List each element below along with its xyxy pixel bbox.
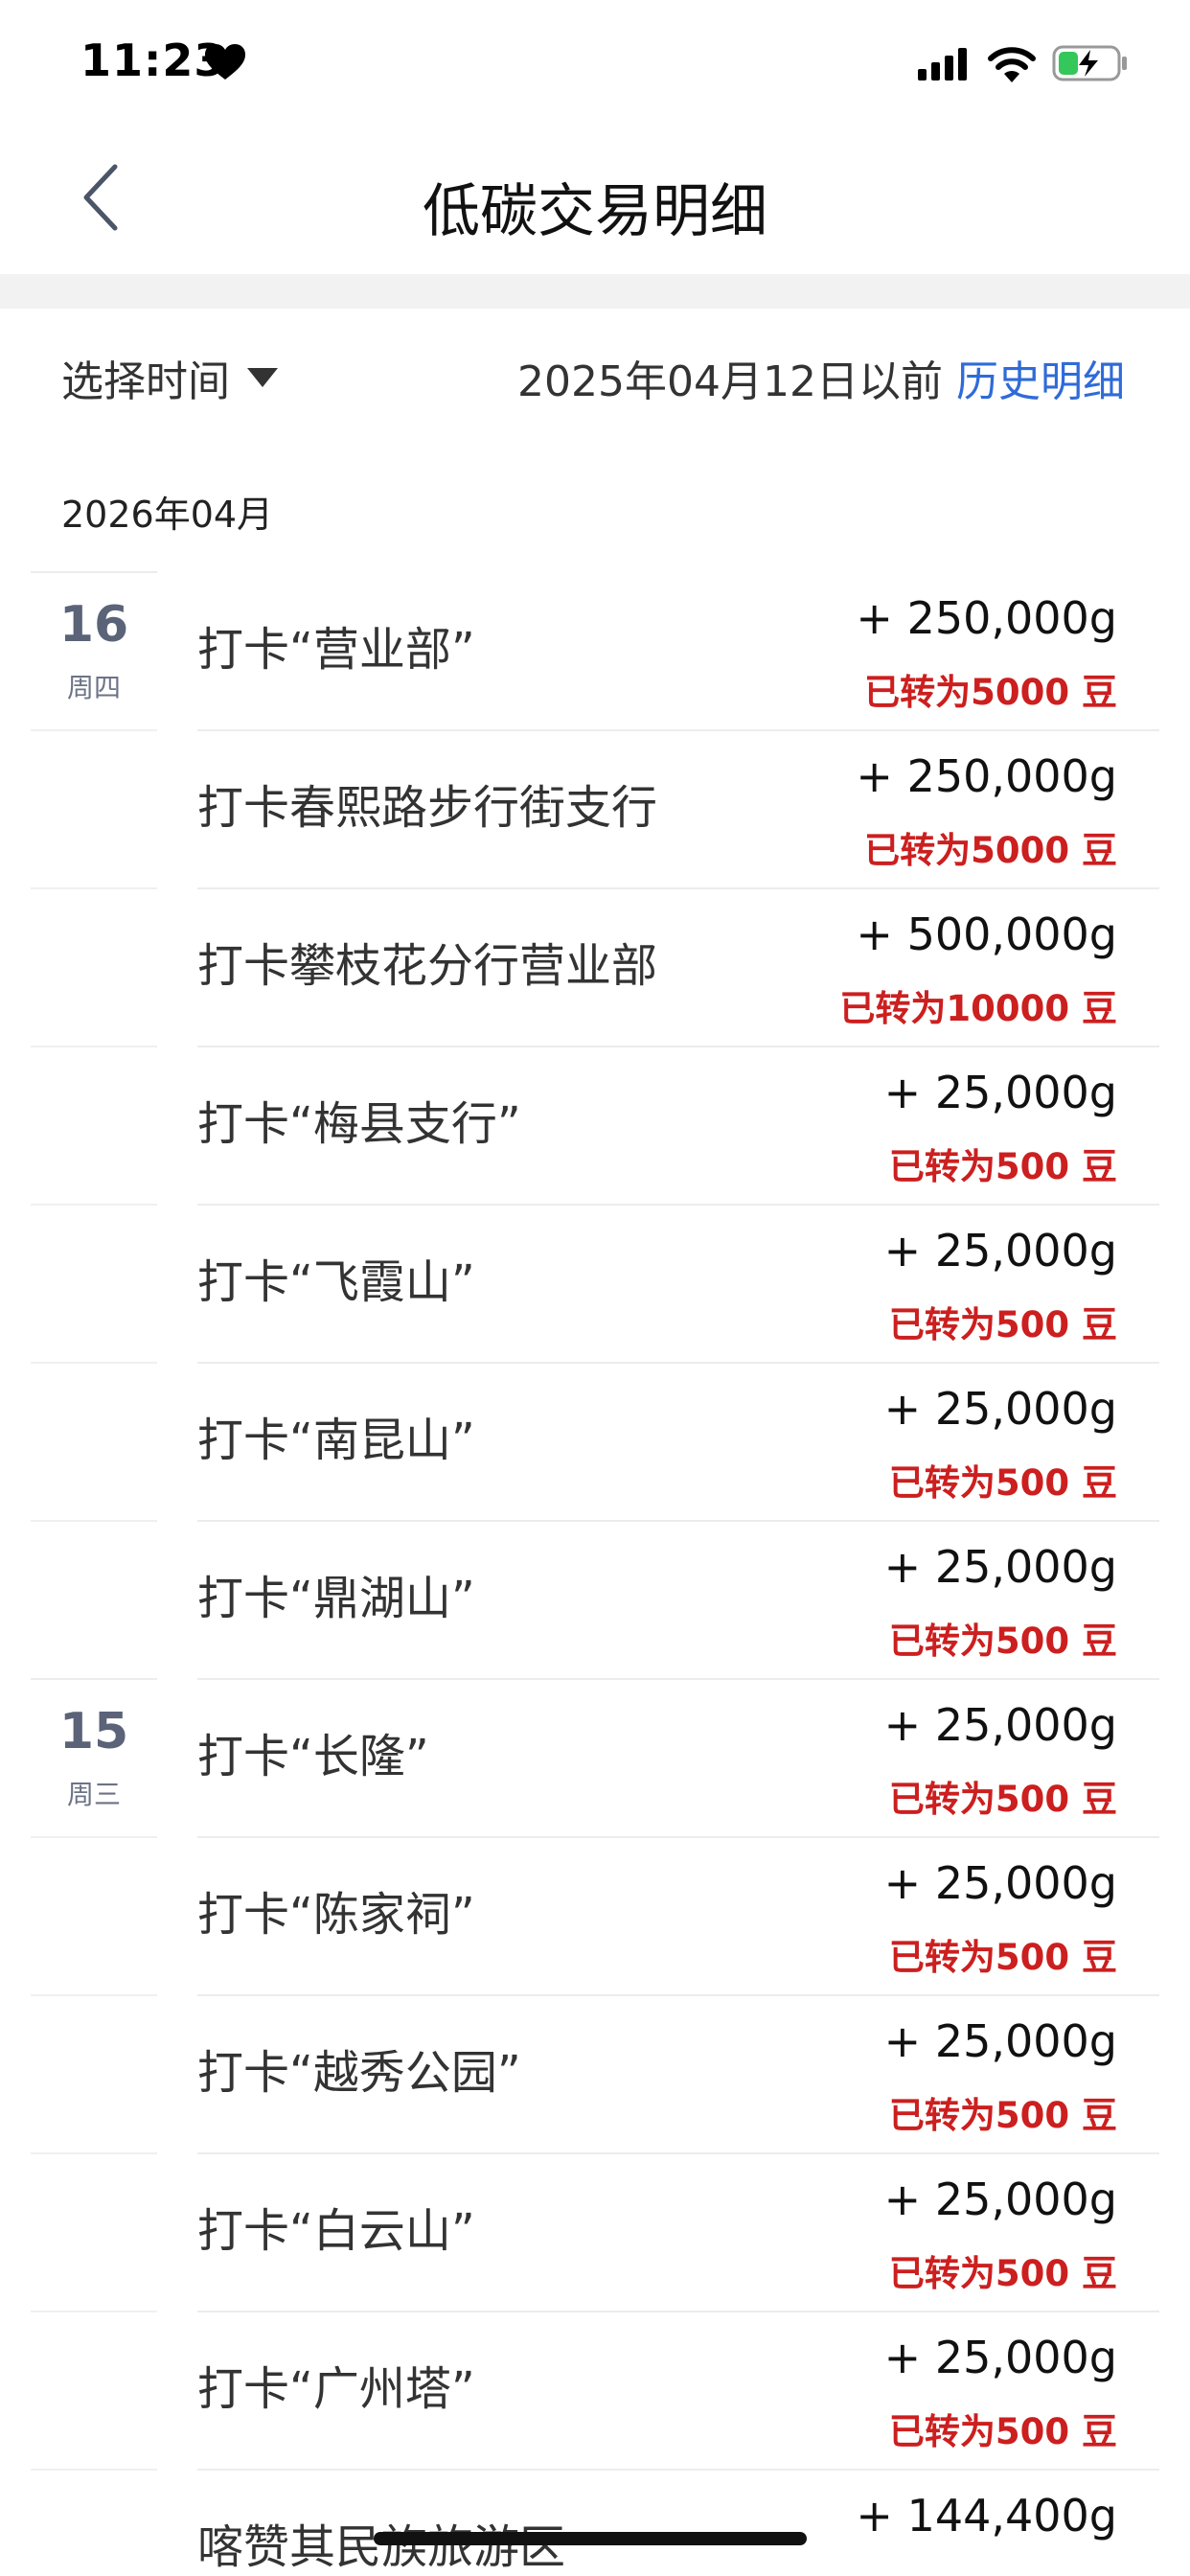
converted-beans: 已转为5000 豆 <box>864 830 1117 871</box>
day-number: 16 <box>58 596 129 654</box>
converted-beans: 已转为500 豆 <box>888 2411 1117 2452</box>
weekday-label: 周三 <box>66 1779 121 1810</box>
time-select-dropdown[interactable]: 选择时间 <box>61 349 278 406</box>
transaction-title: 打卡“越秀公园” <box>197 2046 521 2100</box>
transaction-title: 打卡“陈家祠” <box>197 1888 475 1942</box>
transaction-title: 打卡“飞霞山” <box>197 1255 475 1309</box>
transaction-row[interactable]: 打卡“鼎湖山” + 25,000g 已转为500 豆 <box>0 1520 1190 1678</box>
navigation-bar: 低碳交易明细 <box>0 128 1190 274</box>
transaction-title: 打卡“长隆” <box>197 1730 429 1783</box>
transaction-amount: + 25,000g <box>883 2332 1117 2383</box>
converted-beans: 已转为500 豆 <box>888 2253 1117 2294</box>
battery-charging-icon <box>1052 45 1127 81</box>
converted-beans: 已转为500 豆 <box>888 1621 1117 1662</box>
date-column: 15 周三 <box>31 1678 157 1836</box>
transaction-row[interactable]: 打卡“白云山” + 25,000g 已转为500 豆 <box>0 2152 1190 2311</box>
history-info: 2025年04月12日以前 历史明细 <box>517 349 1125 406</box>
time-select-label: 选择时间 <box>61 357 230 406</box>
home-indicator <box>374 2532 807 2545</box>
transaction-amount: + 25,000g <box>883 2174 1117 2225</box>
transaction-row[interactable]: 打卡“南昆山” + 25,000g 已转为500 豆 <box>0 1362 1190 1520</box>
date-column <box>31 1204 157 1362</box>
date-column: 16 周四 <box>31 571 157 729</box>
transaction-row[interactable]: 打卡“梅县支行” + 25,000g 已转为500 豆 <box>0 1046 1190 1204</box>
date-column <box>31 887 157 1046</box>
converted-beans: 已转为500 豆 <box>888 1462 1117 1504</box>
filter-row: 选择时间 2025年04月12日以前 历史明细 <box>0 309 1190 452</box>
date-column <box>31 1520 157 1678</box>
transaction-row[interactable]: 喀赞其民族旅游区 + 144,400g <box>0 2469 1190 2576</box>
before-date-text: 2025年04月12日以前 <box>517 357 943 406</box>
transaction-amount: + 250,000g <box>856 750 1117 802</box>
date-column <box>31 1046 157 1204</box>
converted-beans: 已转为10000 豆 <box>839 988 1117 1029</box>
wifi-icon <box>988 47 1036 82</box>
caret-down-icon <box>247 368 278 387</box>
transaction-row[interactable]: 打卡“越秀公园” + 25,000g 已转为500 豆 <box>0 1994 1190 2152</box>
date-column <box>31 729 157 887</box>
date-column <box>31 2152 157 2311</box>
transaction-list: 16 周四 打卡“营业部” + 250,000g 已转为5000 豆 打卡春熙路… <box>0 571 1190 2576</box>
transaction-amount: + 144,400g <box>856 2490 1117 2542</box>
day-number: 15 <box>58 1703 129 1760</box>
transaction-amount: + 25,000g <box>883 1541 1117 1593</box>
history-detail-link[interactable]: 历史明细 <box>956 347 1125 408</box>
transaction-title: 打卡“梅县支行” <box>197 1097 521 1151</box>
transaction-amount: + 25,000g <box>883 1383 1117 1435</box>
transaction-title: 打卡攀枝花分行营业部 <box>197 939 658 993</box>
date-column <box>31 1362 157 1520</box>
month-header: 2026年04月 <box>61 494 274 536</box>
converted-beans: 已转为5000 豆 <box>864 672 1117 713</box>
transaction-row[interactable]: 16 周四 打卡“营业部” + 250,000g 已转为5000 豆 <box>0 571 1190 729</box>
transaction-amount: + 250,000g <box>856 592 1117 644</box>
weekday-label: 周四 <box>66 672 121 703</box>
status-time: 11:23 <box>80 34 226 86</box>
transaction-title: 打卡“白云山” <box>197 2204 475 2258</box>
transaction-row[interactable]: 打卡攀枝花分行营业部 + 500,000g 已转为10000 豆 <box>0 887 1190 1046</box>
transaction-title: 打卡春熙路步行街支行 <box>197 781 658 835</box>
transaction-amount: + 25,000g <box>883 1699 1117 1751</box>
cellular-signal-icon <box>918 48 967 80</box>
transaction-title: 打卡“营业部” <box>197 623 475 677</box>
transaction-amount: + 25,000g <box>883 2015 1117 2067</box>
transaction-row[interactable]: 打卡“陈家祠” + 25,000g 已转为500 豆 <box>0 1836 1190 1994</box>
status-bar: 11:23 <box>0 0 1190 128</box>
transaction-title: 打卡“南昆山” <box>197 1414 475 1467</box>
transaction-amount: + 25,000g <box>883 1067 1117 1118</box>
transaction-amount: + 25,000g <box>883 1225 1117 1276</box>
heart-icon <box>205 44 245 80</box>
date-column <box>31 2469 157 2576</box>
transaction-row[interactable]: 打卡春熙路步行街支行 + 250,000g 已转为5000 豆 <box>0 729 1190 887</box>
transaction-title: 打卡“鼎湖山” <box>197 1572 475 1625</box>
date-column <box>31 2311 157 2469</box>
transaction-row[interactable]: 打卡“广州塔” + 25,000g 已转为500 豆 <box>0 2311 1190 2469</box>
converted-beans: 已转为500 豆 <box>888 1304 1117 1346</box>
date-column <box>31 1836 157 1994</box>
transaction-row[interactable]: 15 周三 打卡“长隆” + 25,000g 已转为500 豆 <box>0 1678 1190 1836</box>
transaction-amount: + 25,000g <box>883 1857 1117 1909</box>
converted-beans: 已转为500 豆 <box>888 2095 1117 2136</box>
page-title: 低碳交易明细 <box>423 178 767 245</box>
converted-beans: 已转为500 豆 <box>888 1146 1117 1187</box>
transaction-title: 打卡“广州塔” <box>197 2362 475 2416</box>
converted-beans: 已转为500 豆 <box>888 1937 1117 1978</box>
date-column <box>31 1994 157 2152</box>
transaction-title: 喀赞其民族旅游区 <box>197 2520 566 2574</box>
converted-beans: 已转为500 豆 <box>888 1779 1117 1820</box>
section-divider <box>0 274 1190 309</box>
transaction-row[interactable]: 打卡“飞霞山” + 25,000g 已转为500 豆 <box>0 1204 1190 1362</box>
transaction-amount: + 500,000g <box>856 908 1117 960</box>
